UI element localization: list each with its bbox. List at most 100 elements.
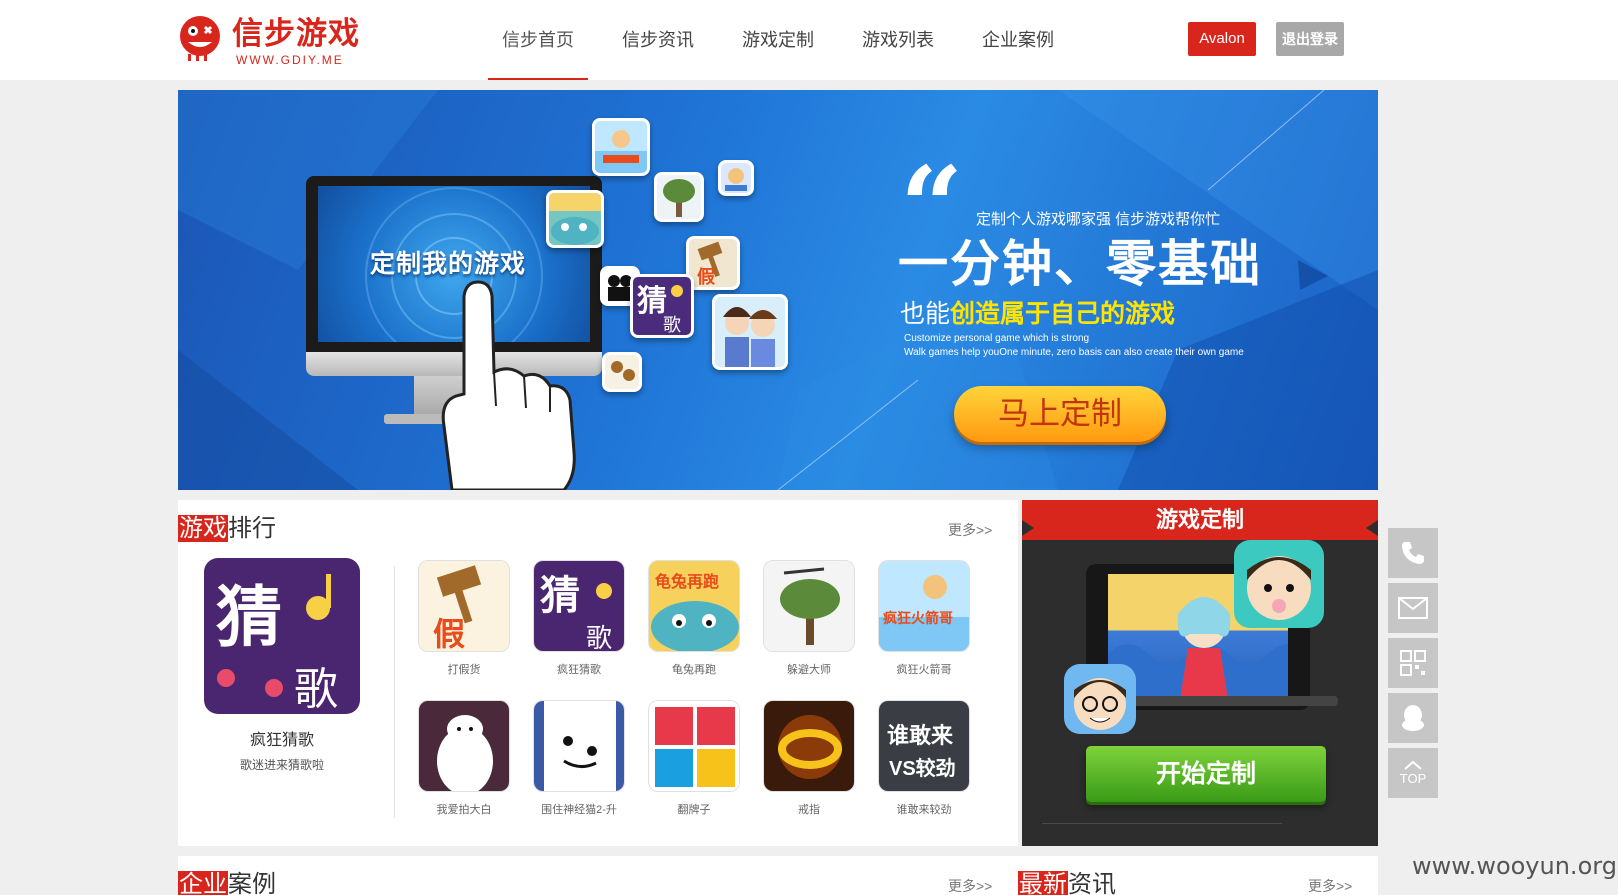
game-icon-fake-text: 假 xyxy=(433,616,465,652)
cases-more-link[interactable]: 更多>> xyxy=(948,876,992,895)
floating-icon-small xyxy=(718,160,754,196)
game-icon-vs-top-text: 谁敢来 xyxy=(887,723,954,748)
nav-home[interactable]: 信步首页 xyxy=(478,0,598,80)
phone-button[interactable] xyxy=(1388,528,1438,578)
game-customize-panel: 游戏定制 开始定制 xyxy=(1022,500,1378,846)
back-to-top-label: TOP xyxy=(1399,771,1427,786)
customize-now-button[interactable]: 马上定制 xyxy=(954,386,1166,442)
game-item[interactable]: 围住神经猫2-升 xyxy=(533,700,625,817)
game-item[interactable]: 我爱拍大白 xyxy=(418,700,510,817)
game-name: 龟兔再跑 xyxy=(672,664,716,676)
ranking-divider xyxy=(394,566,395,818)
featured-icon-guess-text: 猜 xyxy=(216,580,282,654)
ranking-more-link[interactable]: 更多>> xyxy=(948,520,992,540)
game-name: 打假货 xyxy=(447,664,481,676)
watermark: www.wooyun.org xyxy=(1412,852,1617,880)
game-item[interactable]: 假 打假货 xyxy=(418,560,510,677)
cases-title-rest: 案例 xyxy=(228,871,276,895)
floating-icon-tree xyxy=(654,172,704,222)
game-icon-vs[interactable]: 谁敢来 VS较劲 xyxy=(878,700,970,792)
featured-game[interactable]: 猜 歌 疯狂猜歌 歌迷进来猜歌啦 xyxy=(204,558,360,773)
game-icon-song-text: 歌 xyxy=(586,623,612,652)
site-logo[interactable]: 信步游戏 WWW.GDIY.ME xyxy=(176,12,366,68)
screen-title: 定制我的游戏 xyxy=(370,250,527,278)
cases-title: 企业案例 xyxy=(178,870,276,895)
side-toolbar: TOP xyxy=(1388,528,1438,803)
news-more-link[interactable]: 更多>> xyxy=(1308,876,1352,895)
game-item[interactable]: 疯狂火箭哥 疯狂火箭哥 xyxy=(878,560,970,677)
game-icon-rocket[interactable]: 疯狂火箭哥 xyxy=(878,560,970,652)
avatar-baby-icon xyxy=(1234,540,1324,628)
nav-customize[interactable]: 游戏定制 xyxy=(718,0,838,80)
user-button[interactable]: Avalon xyxy=(1188,22,1256,56)
game-icon-guess-text: 猜 xyxy=(540,574,580,618)
floating-icon-fake: 假 xyxy=(686,236,740,290)
featured-icon-song-text: 歌 xyxy=(294,665,338,714)
ranking-title-rest: 排行 xyxy=(228,515,276,542)
game-icon-turtle-text: 龟兔再跑 xyxy=(655,572,719,591)
game-item[interactable]: 戒指 xyxy=(763,700,855,817)
news-title-rest: 资讯 xyxy=(1068,871,1116,895)
svg-text:猜: 猜 xyxy=(637,285,667,318)
logo-url: WWW.GDIY.ME xyxy=(236,53,344,67)
ranking-title-highlight: 游戏 xyxy=(178,515,228,542)
game-icon-fake[interactable]: 假 xyxy=(418,560,510,652)
game-name: 翻牌子 xyxy=(677,804,711,816)
game-item[interactable]: 谁敢来 VS较劲 谁敢来较劲 xyxy=(878,700,970,817)
ribbon-notch-right xyxy=(1366,520,1378,536)
phone-icon xyxy=(1402,542,1424,564)
nav-game-list[interactable]: 游戏列表 xyxy=(838,0,958,80)
banner-tagline: 也能创造属于自己的游戏 xyxy=(900,298,1175,330)
customize-divider xyxy=(1042,823,1282,824)
nav-news[interactable]: 信步资讯 xyxy=(598,0,718,80)
svg-text:假: 假 xyxy=(697,266,716,287)
latest-news-panel: 最新资讯 更多>> xyxy=(1018,856,1378,895)
featured-game-name: 疯狂猜歌 xyxy=(249,732,314,749)
floating-icon-guess-song: 猜歌 xyxy=(630,274,694,338)
game-icon-cat[interactable] xyxy=(533,700,625,792)
enterprise-cases-panel: 企业案例 更多>> xyxy=(178,856,1018,895)
hero-banner[interactable]: 定制我的游戏 假 猜歌 “ 定制个人游戏哪家强 信步游戏帮你忙 一分钟、零基础 … xyxy=(178,90,1378,490)
game-item[interactable]: 龟兔再跑 龟兔再跑 xyxy=(648,560,740,677)
logo-text: 信步游戏 xyxy=(232,16,360,52)
mail-button[interactable] xyxy=(1388,583,1438,633)
logo-monster-icon xyxy=(180,16,220,61)
game-item[interactable]: 翻牌子 xyxy=(648,700,740,817)
ribbon-notch-left xyxy=(1022,520,1034,536)
svg-text:歌: 歌 xyxy=(663,315,681,335)
game-icon-tree[interactable] xyxy=(763,560,855,652)
ranking-title: 游戏排行 xyxy=(178,514,276,544)
banner-tagline-highlight: 创造属于自己的游戏 xyxy=(950,300,1176,328)
banner-tagline-prefix: 也能 xyxy=(900,300,951,328)
game-icon-baymax[interactable] xyxy=(418,700,510,792)
nav-cases[interactable]: 企业案例 xyxy=(958,0,1078,80)
floating-icon-rocket xyxy=(592,118,650,176)
game-name: 我爱拍大白 xyxy=(436,804,492,816)
game-item[interactable]: 躲避大师 xyxy=(763,560,855,677)
logout-button[interactable]: 退出登录 xyxy=(1276,22,1344,56)
featured-game-desc: 歌迷进来猜歌啦 xyxy=(239,758,324,772)
banner-english-line-1: Customize personal game which is strong xyxy=(904,333,1090,344)
site-header: 信步游戏 WWW.GDIY.ME 信步首页 信步资讯 游戏定制 游戏列表 企业案… xyxy=(0,0,1618,80)
game-icon-guess-song[interactable]: 猜歌 xyxy=(533,560,625,652)
tablet-stand xyxy=(1110,696,1338,706)
game-ranking-panel: 游戏排行 更多>> 猜 歌 疯狂猜歌 歌迷进来猜歌啦 假 打假货 猜歌 疯狂猜歌… xyxy=(178,500,1018,846)
customize-title: 游戏定制 xyxy=(1022,500,1378,540)
game-icon-turtle[interactable]: 龟兔再跑 xyxy=(648,560,740,652)
start-customize-button[interactable]: 开始定制 xyxy=(1086,746,1326,802)
cases-title-highlight: 企业 xyxy=(178,871,228,895)
game-icon-ring[interactable] xyxy=(763,700,855,792)
banner-subtitle: 定制个人游戏哪家强 信步游戏帮你忙 xyxy=(976,211,1221,228)
game-name: 疯狂火箭哥 xyxy=(896,664,952,676)
qq-button[interactable] xyxy=(1388,693,1438,743)
news-title: 最新资讯 xyxy=(1018,870,1116,895)
game-name: 疯狂猜歌 xyxy=(557,664,601,676)
avatar-glasses-icon xyxy=(1064,664,1136,734)
game-icon-flip-cards[interactable] xyxy=(648,700,740,792)
back-to-top-icon xyxy=(1404,760,1422,770)
back-to-top-button[interactable]: TOP xyxy=(1388,748,1438,798)
game-name: 围住神经猫2-升 xyxy=(541,804,617,816)
game-item[interactable]: 猜歌 疯狂猜歌 xyxy=(533,560,625,677)
featured-game-icon[interactable]: 猜 歌 xyxy=(204,558,360,714)
qr-code-button[interactable] xyxy=(1388,638,1438,688)
